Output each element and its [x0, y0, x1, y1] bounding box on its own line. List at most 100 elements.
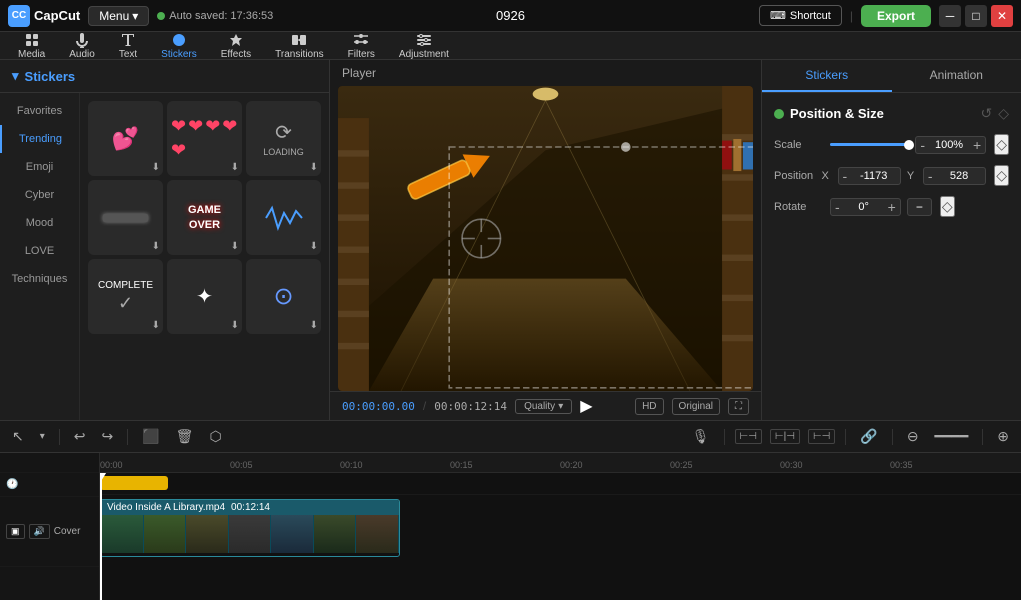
rotate-flip[interactable]: − [907, 198, 932, 216]
position-label: Position [774, 170, 816, 182]
diamond-button[interactable]: ◇ [998, 105, 1009, 122]
close-button[interactable]: ✕ [991, 5, 1013, 27]
audio-track-icon[interactable]: 🔊 [29, 524, 50, 539]
video-thumb [186, 515, 229, 553]
position-x-input[interactable] [851, 168, 896, 184]
separator [845, 429, 846, 445]
stickers-categories: Favorites Trending Emoji Cyber Mood LOVE… [0, 93, 80, 420]
zoom-out[interactable]: ⊖ [903, 426, 923, 447]
download-icon: ⬇ [152, 320, 160, 331]
scale-increase[interactable]: + [969, 138, 985, 152]
zoom-bar[interactable]: ━━━━ [931, 426, 973, 447]
toolbar-text-label: Text [119, 49, 137, 60]
clock-icon: 🕐 [6, 479, 18, 490]
y-increase[interactable]: + [982, 169, 987, 183]
scale-reset[interactable]: ◇ [994, 134, 1009, 155]
category-love[interactable]: LOVE [0, 237, 79, 265]
sticker-circle-dots[interactable]: ⊙ ⬇ [246, 259, 321, 334]
autosave-dot [157, 12, 165, 20]
fullscreen-button[interactable]: ⛶ [728, 398, 749, 415]
separator [127, 429, 128, 445]
toolbar-filters-label: Filters [348, 49, 375, 60]
toolbar-transitions[interactable]: Transitions [269, 30, 330, 62]
rotate-increase[interactable]: + [884, 200, 900, 214]
playhead[interactable] [100, 473, 102, 600]
scale-input[interactable] [929, 137, 969, 153]
sticker-complete[interactable]: COMPLETE ✓ ⬇ [88, 259, 163, 334]
add-track[interactable]: ⊕ [993, 426, 1013, 447]
toolbar-text[interactable]: Text [113, 30, 143, 62]
toolbar-effects[interactable]: Effects [215, 30, 257, 62]
main-area: ▾ Stickers Favorites Trending Emoji Cybe… [0, 60, 1021, 420]
undo-button[interactable]: ↩ [70, 426, 90, 447]
hd-button[interactable]: HD [635, 398, 663, 415]
export-button[interactable]: Export [861, 5, 931, 27]
quality-button[interactable]: Quality ▾ [515, 399, 572, 414]
rotate-decrease[interactable]: - [831, 200, 844, 214]
redo-button[interactable]: ↪ [98, 426, 118, 447]
sticker-item[interactable]: ❤❤❤❤❤ ⬇ [167, 101, 242, 176]
split-button[interactable]: ⬛ [138, 426, 163, 447]
category-emoji[interactable]: Emoji [0, 153, 79, 181]
timeline-toolbar: ↖ ▾ ↩ ↪ ⬛ 🗑 ⬡ 🎙 ⊢⊣ ⊢|⊣ ⊢⊣ 🔗 ⊖ ━━━━ ⊕ [0, 421, 1021, 453]
toolbar-stickers[interactable]: Stickers [155, 30, 203, 62]
toolbar-media[interactable]: Media [12, 30, 51, 62]
x-increase[interactable]: + [896, 169, 901, 183]
toolbar: Media Audio Text Stickers Effects Transi… [0, 32, 1021, 60]
sticker-game-over[interactable]: GAME OVER ⬇ [167, 180, 242, 255]
sticker-wave[interactable]: ⬇ [246, 180, 321, 255]
play-button[interactable]: ▶ [580, 396, 592, 416]
category-favorites[interactable]: Favorites [0, 97, 79, 125]
sticker-clip[interactable] [100, 476, 168, 490]
delete-button[interactable]: 🗑 [172, 426, 198, 447]
video-track-icon[interactable]: ▣ [6, 524, 25, 539]
toolbar-filters[interactable]: Filters [342, 30, 381, 62]
video-thumb [356, 515, 399, 553]
toolbar-adjustment[interactable]: Adjustment [393, 30, 455, 62]
section-dot [774, 109, 784, 119]
scale-decrease[interactable]: - [916, 138, 929, 152]
link-button[interactable]: 🔗 [856, 426, 881, 447]
rotate-input[interactable] [844, 199, 884, 215]
rotate-reset[interactable]: ◇ [940, 196, 955, 217]
select-arrow[interactable]: ▾ [36, 429, 49, 444]
category-mood[interactable]: Mood [0, 209, 79, 237]
menu-button[interactable]: Menu ▾ [88, 6, 149, 26]
sticker-item[interactable]: ⬇ [88, 180, 163, 255]
window-controls: ─ □ ✕ [939, 5, 1013, 27]
logo-text: CapCut [34, 8, 80, 23]
minimize-button[interactable]: ─ [939, 5, 961, 27]
category-trending[interactable]: Trending [0, 125, 79, 153]
tab-animation[interactable]: Animation [892, 60, 1021, 92]
tracks-area: 00:00 00:05 00:10 00:15 00:20 00:25 00:3… [100, 453, 1021, 600]
transform-button[interactable]: ⬡ [205, 426, 225, 447]
mic-button[interactable]: 🎙 [688, 426, 714, 447]
x-decrease[interactable]: - [839, 169, 852, 183]
stickers-title: Stickers [25, 69, 76, 84]
tab-stickers[interactable]: Stickers [762, 60, 892, 92]
video-clip[interactable]: Video Inside A Library.mp4 00:12:14 [100, 499, 400, 557]
trim-start[interactable]: ⊢⊣ [735, 429, 762, 444]
toolbar-audio[interactable]: Audio [63, 30, 101, 62]
player-header: Player [330, 60, 761, 86]
select-tool[interactable]: ↖ [8, 426, 28, 447]
maximize-button[interactable]: □ [965, 5, 987, 27]
toolbar-effects-label: Effects [221, 49, 251, 60]
position-reset[interactable]: ◇ [994, 165, 1009, 186]
rotate-stepper: - + [830, 198, 901, 216]
y-decrease[interactable]: - [924, 169, 937, 183]
scale-slider[interactable] [830, 143, 909, 146]
category-cyber[interactable]: Cyber [0, 181, 79, 209]
category-techniques[interactable]: Techniques [0, 265, 79, 293]
position-y-input[interactable] [937, 168, 982, 184]
trim-end[interactable]: ⊢⊣ [808, 429, 835, 444]
reset-all-button[interactable]: ↺ [980, 105, 992, 122]
topbar: CC CapCut Menu ▾ Auto saved: 17:36:53 09… [0, 0, 1021, 32]
shortcut-button[interactable]: ⌨ Shortcut [759, 5, 842, 26]
rotate-label: Rotate [774, 201, 824, 213]
split-here[interactable]: ⊢|⊣ [770, 429, 800, 444]
sticker-item[interactable]: 💕 ⬇ [88, 101, 163, 176]
sticker-dots-purple[interactable]: ✦ ⬇ [167, 259, 242, 334]
sticker-item-loading[interactable]: ⟳ LOADING ⬇ [246, 101, 321, 176]
original-button[interactable]: Original [672, 398, 720, 415]
